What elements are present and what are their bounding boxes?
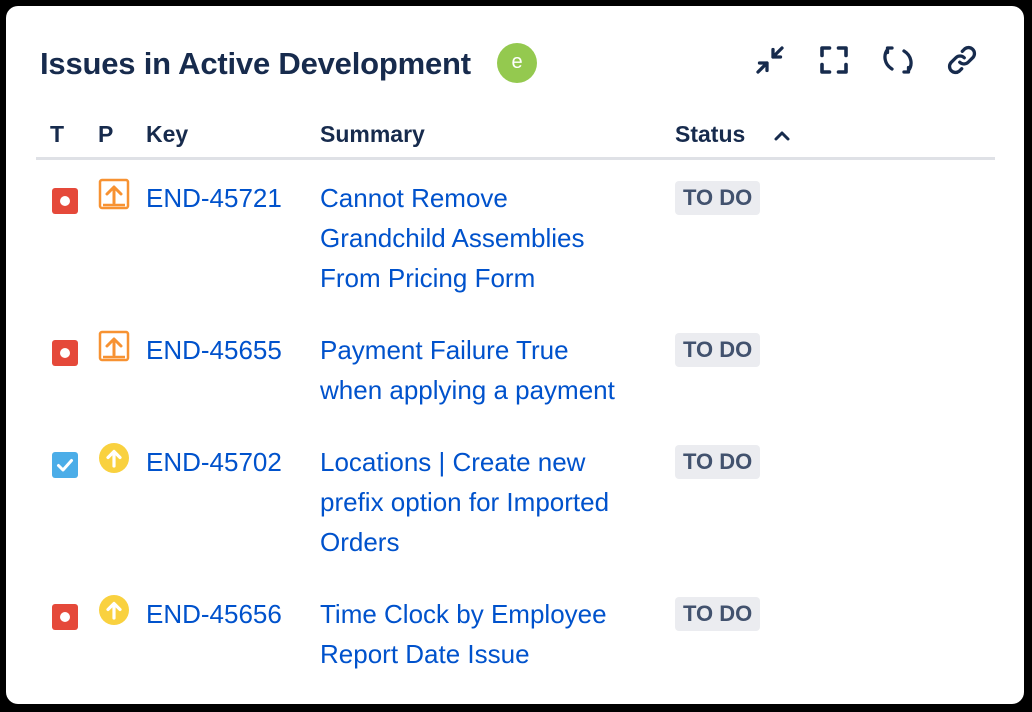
- issue-key-link[interactable]: END-45655: [146, 330, 282, 370]
- column-header-status[interactable]: Status: [675, 121, 745, 148]
- summary-line: prefix option for Imported: [320, 487, 610, 517]
- task-icon: [52, 452, 78, 478]
- priority-high-icon: [98, 330, 130, 362]
- issue-summary-link[interactable]: Payment Failure True when applying a pay…: [320, 330, 670, 410]
- priority-medium-icon: [99, 595, 129, 625]
- issue-summary-link[interactable]: Time Clock by Employee Report Date Issue: [320, 594, 670, 674]
- gadget-panel: Issues in Active Development e T P Key S…: [6, 6, 1024, 704]
- link-button[interactable]: [940, 38, 984, 82]
- issue-key-link[interactable]: END-45656: [146, 594, 282, 634]
- chevron-up-icon[interactable]: [770, 124, 794, 148]
- fullscreen-button[interactable]: [812, 38, 856, 82]
- status-badge: TO DO: [675, 181, 761, 215]
- bug-icon: [52, 340, 78, 366]
- summary-line: Report Date Issue: [320, 639, 530, 669]
- status-badge: TO DO: [675, 333, 761, 367]
- summary-line: when applying a payment: [320, 375, 615, 405]
- summary-line: Time Clock by Employee: [320, 599, 607, 629]
- summary-line: From Pricing Form: [320, 263, 536, 293]
- column-header-key[interactable]: Key: [146, 121, 188, 148]
- column-header-summary[interactable]: Summary: [320, 121, 425, 148]
- issue-key-link[interactable]: END-45702: [146, 442, 282, 482]
- refresh-icon: [883, 46, 913, 74]
- priority-medium-icon: [99, 443, 129, 473]
- minimize-button[interactable]: [748, 38, 792, 82]
- status-badge: TO DO: [675, 445, 761, 479]
- avatar[interactable]: e: [497, 43, 537, 83]
- gadget-title: Issues in Active Development: [40, 46, 471, 81]
- issue-summary-link[interactable]: Cannot Remove Grandchild Assemblies From…: [320, 178, 670, 298]
- issue-key-link[interactable]: END-45721: [146, 178, 282, 218]
- summary-line: Cannot Remove: [320, 183, 508, 213]
- status-badge: TO DO: [675, 597, 761, 631]
- summary-line: Locations | Create new: [320, 447, 586, 477]
- minimize-icon: [756, 46, 784, 74]
- priority-high-icon: [98, 178, 130, 210]
- column-header-priority[interactable]: P: [98, 121, 113, 148]
- refresh-button[interactable]: [876, 38, 920, 82]
- header-divider: [36, 157, 995, 160]
- bug-icon: [52, 604, 78, 630]
- summary-line: Orders: [320, 527, 400, 557]
- checkmark-icon: [57, 459, 73, 472]
- summary-line: Grandchild Assemblies: [320, 223, 585, 253]
- column-header-type[interactable]: T: [50, 121, 64, 148]
- summary-line: Payment Failure True: [320, 335, 569, 365]
- link-icon: [947, 45, 977, 75]
- issue-summary-link[interactable]: Locations | Create new prefix option for…: [320, 442, 670, 562]
- fullscreen-icon: [820, 46, 848, 74]
- bug-icon: [52, 188, 78, 214]
